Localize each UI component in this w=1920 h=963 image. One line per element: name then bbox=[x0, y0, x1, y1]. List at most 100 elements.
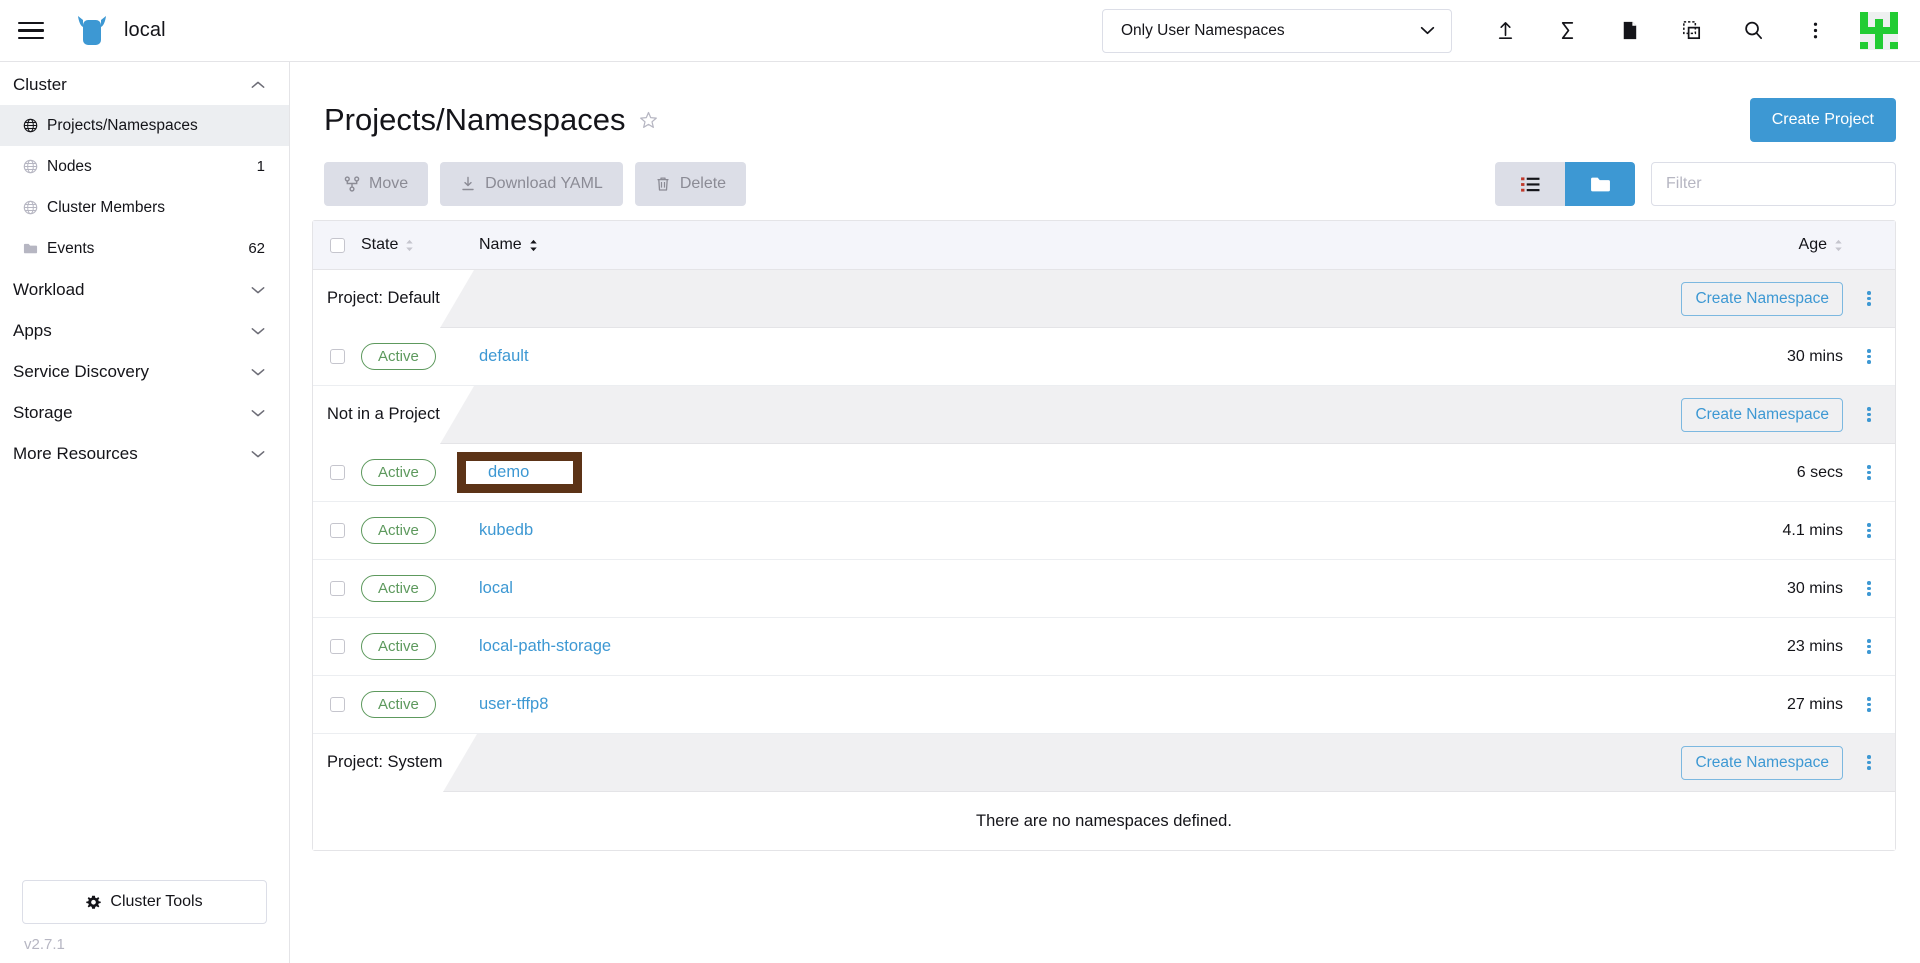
create-namespace-button[interactable]: Create Namespace bbox=[1681, 282, 1843, 316]
row-checkbox[interactable] bbox=[330, 581, 345, 596]
row-checkbox[interactable] bbox=[330, 523, 345, 538]
cluster-dashboard-icon[interactable] bbox=[1660, 0, 1722, 62]
namespace-link[interactable]: demo bbox=[488, 463, 529, 482]
sidebar-item-nodes[interactable]: Nodes 1 bbox=[0, 146, 289, 187]
kebab-menu-icon[interactable] bbox=[1843, 347, 1895, 366]
create-project-button[interactable]: Create Project bbox=[1750, 98, 1896, 142]
empty-state-message: There are no namespaces defined. bbox=[313, 792, 1895, 850]
row-name-cell: local bbox=[479, 579, 1693, 598]
group-header-project-default: Project: Default Create Namespace bbox=[313, 270, 1895, 328]
brand[interactable]: local bbox=[62, 14, 166, 48]
row-age-cell: 27 mins bbox=[1693, 696, 1843, 714]
row-menu-cell bbox=[1843, 695, 1895, 714]
column-header-age-label: Age bbox=[1799, 236, 1827, 254]
sidebar-group-cluster[interactable]: Cluster bbox=[0, 64, 289, 105]
sidebar-group-apps[interactable]: Apps bbox=[0, 310, 289, 351]
row-checkbox[interactable] bbox=[330, 697, 345, 712]
kebab-menu-icon[interactable] bbox=[1843, 405, 1895, 424]
cluster-name: local bbox=[124, 19, 166, 42]
column-header-name[interactable]: Name bbox=[479, 236, 1693, 254]
column-header-state[interactable]: State bbox=[361, 236, 479, 254]
chevron-up-icon bbox=[251, 81, 265, 89]
search-icon[interactable] bbox=[1722, 0, 1784, 62]
star-outline-icon[interactable] bbox=[639, 111, 658, 130]
list-view-icon[interactable] bbox=[1495, 162, 1565, 206]
kebab-menu-icon[interactable] bbox=[1843, 521, 1895, 540]
filter-input[interactable] bbox=[1651, 162, 1896, 206]
row-age: 27 mins bbox=[1787, 696, 1843, 714]
row-checkbox[interactable] bbox=[330, 465, 345, 480]
kebab-menu-icon[interactable] bbox=[1843, 753, 1895, 772]
sidebar-item-cluster-members[interactable]: Cluster Members bbox=[0, 187, 289, 228]
rancher-cow-logo bbox=[74, 14, 110, 48]
row-age-cell: 23 mins bbox=[1693, 638, 1843, 656]
sidebar-group-label: Service Discovery bbox=[13, 362, 149, 382]
namespace-link[interactable]: default bbox=[479, 347, 529, 366]
row-state-cell: Active bbox=[361, 633, 479, 660]
sidebar-group-workload[interactable]: Workload bbox=[0, 269, 289, 310]
table-row[interactable]: Active user-tffp8 27 mins bbox=[313, 676, 1895, 734]
select-all-checkbox[interactable] bbox=[330, 238, 345, 253]
sidebar-group-label: Storage bbox=[13, 403, 73, 423]
create-namespace-button[interactable]: Create Namespace bbox=[1681, 398, 1843, 432]
folder-view-icon[interactable] bbox=[1565, 162, 1635, 206]
row-select-cell bbox=[313, 349, 361, 364]
row-checkbox[interactable] bbox=[330, 639, 345, 654]
sidebar-group-label: Cluster bbox=[13, 75, 67, 95]
namespace-link[interactable]: user-tffp8 bbox=[479, 695, 548, 714]
kebab-menu-icon[interactable] bbox=[1843, 637, 1895, 656]
download-yaml-button[interactable]: Download YAML bbox=[440, 162, 623, 206]
row-checkbox[interactable] bbox=[330, 349, 345, 364]
kebab-menu-icon[interactable] bbox=[1843, 695, 1895, 714]
import-yaml-icon[interactable] bbox=[1474, 0, 1536, 62]
row-menu-cell bbox=[1843, 521, 1895, 540]
kebab-menu-icon[interactable] bbox=[1843, 463, 1895, 482]
rancher-app: local Only User Namespaces bbox=[0, 0, 1920, 963]
cluster-tools-button[interactable]: Cluster Tools bbox=[22, 880, 267, 924]
folder-icon bbox=[22, 241, 38, 257]
row-age: 30 mins bbox=[1787, 580, 1843, 598]
sidebar-group-more-resources[interactable]: More Resources bbox=[0, 433, 289, 474]
row-menu-cell bbox=[1843, 579, 1895, 598]
main-content: Projects/Namespaces Create Project Move bbox=[290, 62, 1920, 963]
move-button[interactable]: Move bbox=[324, 162, 428, 206]
delete-button[interactable]: Delete bbox=[635, 162, 746, 206]
group-actions: Create Namespace bbox=[1681, 398, 1895, 432]
chevron-down-icon bbox=[1420, 26, 1435, 35]
column-header-age[interactable]: Age bbox=[1693, 236, 1843, 254]
row-age-cell: 6 secs bbox=[1693, 464, 1843, 482]
row-state-cell: Active bbox=[361, 517, 479, 544]
table-row[interactable]: Active kubedb 4.1 mins bbox=[313, 502, 1895, 560]
chevron-down-icon bbox=[251, 286, 265, 294]
kebab-menu-icon[interactable] bbox=[1843, 289, 1895, 308]
table-row[interactable]: Active local 30 mins bbox=[313, 560, 1895, 618]
create-namespace-button[interactable]: Create Namespace bbox=[1681, 746, 1843, 780]
sidebar-item-projects-namespaces[interactable]: Projects/Namespaces bbox=[0, 105, 289, 146]
table-row[interactable]: Active demo 6 secs bbox=[313, 444, 1895, 502]
sidebar-group-service-discovery[interactable]: Service Discovery bbox=[0, 351, 289, 392]
move-button-label: Move bbox=[369, 175, 408, 193]
kubectl-shell-icon[interactable] bbox=[1536, 0, 1598, 62]
docs-file-icon[interactable] bbox=[1598, 0, 1660, 62]
overflow-menu-icon[interactable] bbox=[1784, 0, 1846, 62]
row-name-cell: default bbox=[479, 347, 1693, 366]
kebab-menu-icon[interactable] bbox=[1843, 579, 1895, 598]
namespace-filter-dropdown[interactable]: Only User Namespaces bbox=[1102, 9, 1452, 53]
status-badge: Active bbox=[361, 459, 436, 486]
namespace-link[interactable]: kubedb bbox=[479, 521, 533, 540]
sidebar-item-events[interactable]: Events 62 bbox=[0, 228, 289, 269]
user-avatar[interactable] bbox=[1860, 12, 1898, 50]
hamburger-icon[interactable] bbox=[0, 0, 62, 62]
view-toggle bbox=[1495, 162, 1635, 206]
namespace-link[interactable]: local-path-storage bbox=[479, 637, 611, 656]
table-row[interactable]: Active local-path-storage 23 mins bbox=[313, 618, 1895, 676]
namespace-link[interactable]: local bbox=[479, 579, 513, 598]
fork-icon bbox=[344, 176, 360, 192]
globe-icon bbox=[22, 159, 38, 175]
sort-arrows-icon bbox=[529, 239, 538, 252]
row-menu-cell bbox=[1843, 347, 1895, 366]
table-row[interactable]: Active default 30 mins bbox=[313, 328, 1895, 386]
row-age-cell: 4.1 mins bbox=[1693, 522, 1843, 540]
sidebar-group-storage[interactable]: Storage bbox=[0, 392, 289, 433]
sidebar-group-label: More Resources bbox=[13, 444, 138, 464]
